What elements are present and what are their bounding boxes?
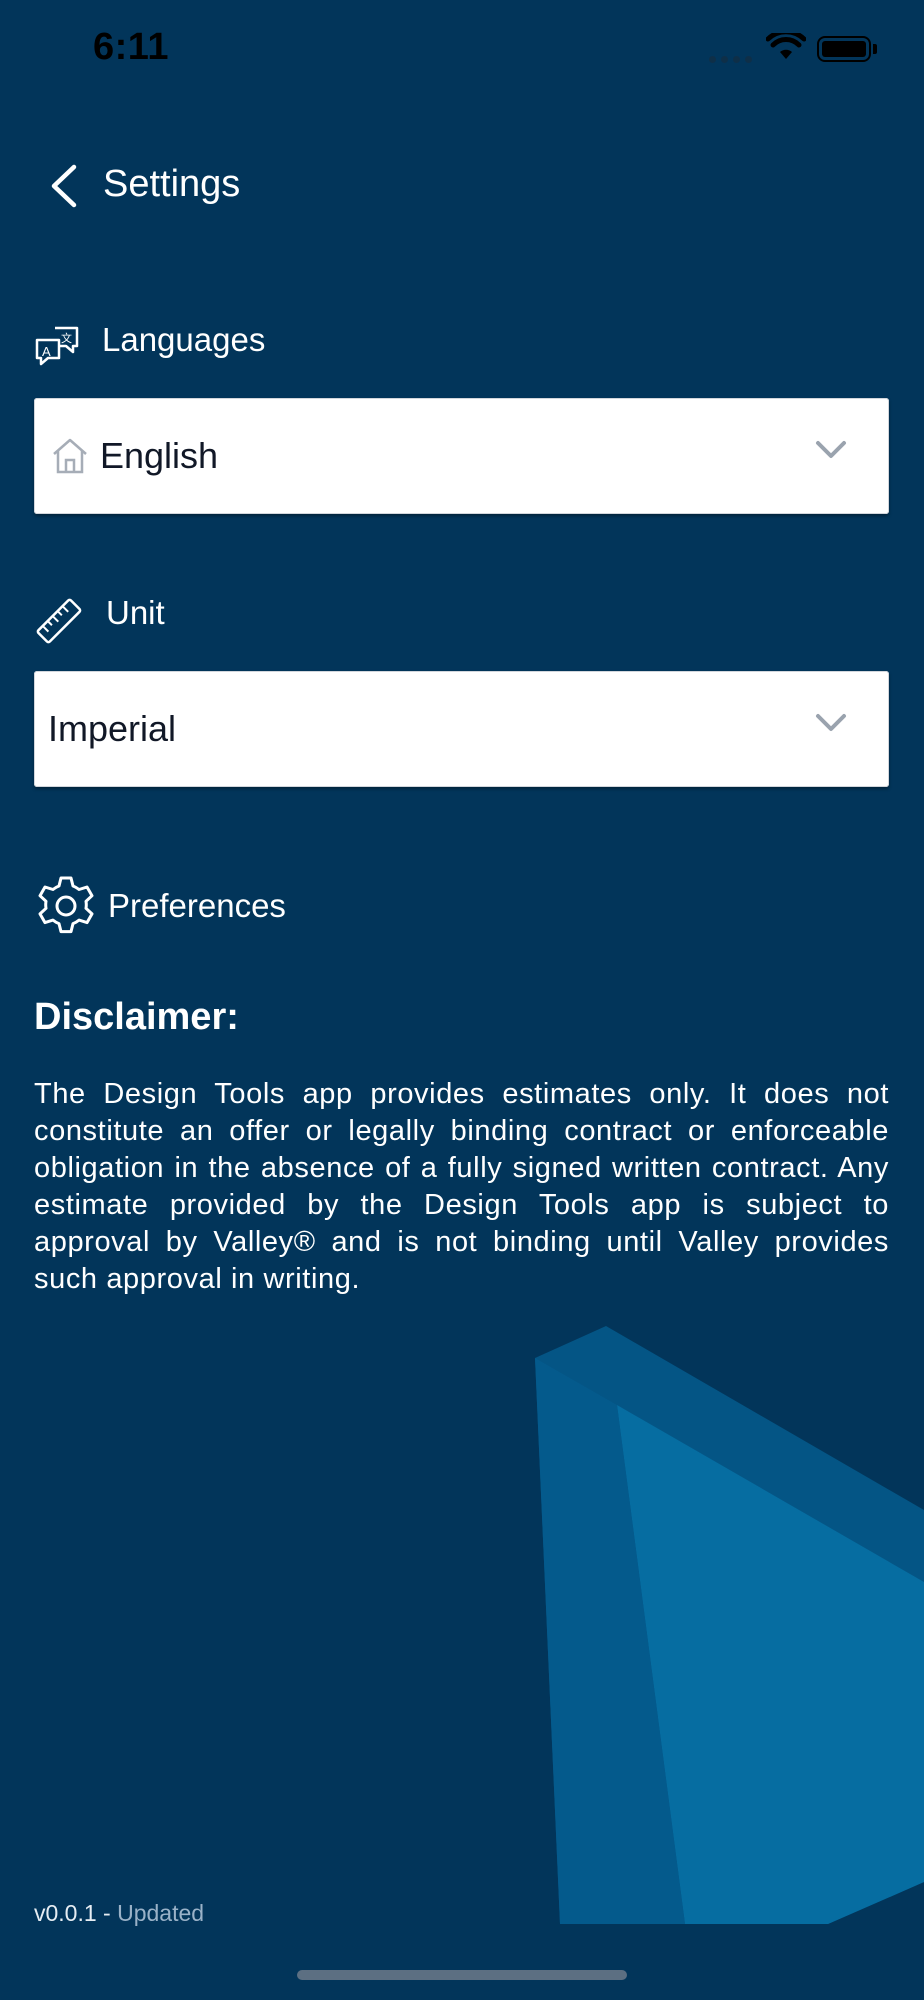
chevron-left-icon xyxy=(51,164,77,208)
update-status: Updated xyxy=(117,1900,205,1926)
language-value: English xyxy=(100,435,219,476)
page-title: Settings xyxy=(103,163,241,205)
home-indicator[interactable] xyxy=(297,1970,627,1980)
preferences-button[interactable]: Preferences xyxy=(34,874,286,938)
home-icon xyxy=(53,438,87,474)
svg-text:文: 文 xyxy=(61,331,72,345)
battery-tip xyxy=(873,44,877,54)
battery-icon xyxy=(817,36,871,62)
translate-icon: A 文 xyxy=(35,326,79,366)
unit-value: Imperial xyxy=(48,708,177,749)
languages-label: Languages xyxy=(102,321,266,358)
preferences-label: Preferences xyxy=(108,887,286,924)
unit-label: Unit xyxy=(106,594,165,631)
svg-text:A: A xyxy=(42,344,51,359)
wifi-icon xyxy=(766,33,806,59)
signal-icon xyxy=(709,56,752,63)
status-time: 6:11 xyxy=(93,26,169,68)
language-select[interactable]: English xyxy=(34,398,889,514)
version-footer: v0.0.1 - Updated xyxy=(34,1900,204,1927)
gear-icon xyxy=(38,876,94,934)
unit-select[interactable]: Imperial xyxy=(34,671,889,787)
ruler-icon xyxy=(36,598,82,644)
chevron-down-icon xyxy=(816,714,846,731)
chevron-down-icon xyxy=(816,441,846,458)
back-button[interactable] xyxy=(40,160,86,212)
disclaimer-text: The Design Tools app provides estimates … xyxy=(34,1078,889,1295)
version-label: v0.0.1 - xyxy=(34,1900,111,1926)
disclaimer-title: Disclaimer: xyxy=(34,996,239,1038)
